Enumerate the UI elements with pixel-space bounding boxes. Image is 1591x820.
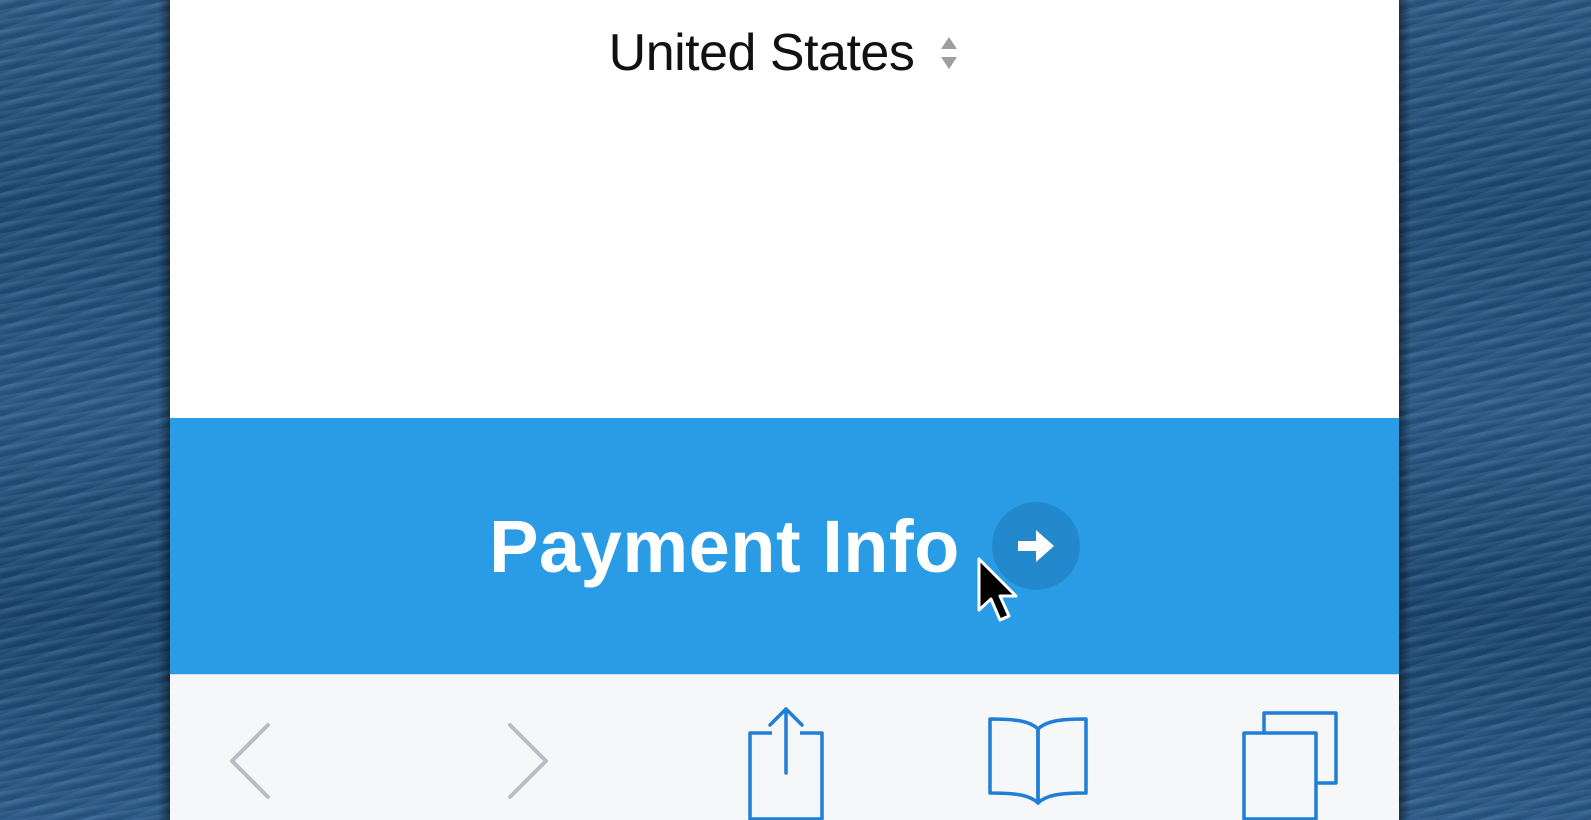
tabs-icon	[1242, 711, 1338, 820]
share-button[interactable]	[746, 705, 826, 820]
share-icon	[748, 707, 824, 820]
back-icon	[230, 723, 270, 799]
forward-icon	[508, 723, 548, 799]
desktop-wallpaper-left	[0, 0, 170, 820]
bookmarks-button[interactable]	[986, 713, 1090, 813]
payment-info-label: Payment Info	[489, 504, 960, 588]
country-select-value: United States	[608, 24, 915, 82]
tabs-button[interactable]	[1240, 709, 1340, 820]
back-button[interactable]	[226, 721, 274, 801]
safari-bottom-toolbar	[170, 674, 1399, 820]
forward-button[interactable]	[504, 721, 552, 801]
desktop-wallpaper-right	[1399, 0, 1591, 820]
arrow-right-circle-icon	[991, 502, 1080, 590]
browser-viewport: United States Payment Info	[170, 0, 1399, 820]
select-arrows-icon	[941, 37, 958, 69]
country-select[interactable]: United States	[170, 18, 1399, 88]
desktop: United States Payment Info	[0, 0, 1591, 820]
payment-info-button[interactable]: Payment Info	[170, 418, 1399, 674]
bookmarks-icon	[988, 717, 1088, 805]
